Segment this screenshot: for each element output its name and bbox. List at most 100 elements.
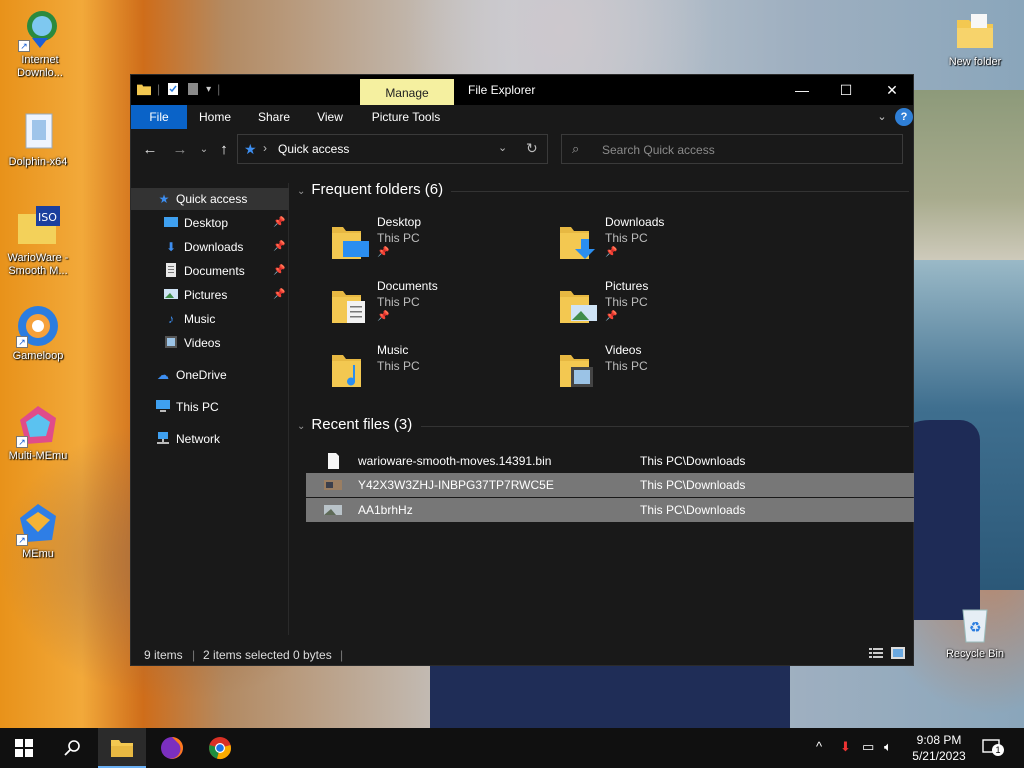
sidebar-item-desktop[interactable]: Desktop 📌 [131,212,289,234]
show-hidden-icons-icon[interactable]: ^ [816,739,822,754]
tab-view[interactable]: View [311,105,349,129]
new-folder-icon[interactable] [186,82,200,96]
search-box[interactable]: ⌕ Search Quick access [561,134,903,164]
desktop-icon-label: New folder [948,56,1002,68]
refresh-icon[interactable]: ↻ [526,140,538,157]
taskbar-firefox[interactable] [148,728,196,768]
help-button[interactable]: ? [895,108,913,126]
breadcrumb-quick-access[interactable]: Quick access [278,142,349,156]
close-button[interactable]: ✕ [869,75,915,105]
tab-home[interactable]: Home [193,105,237,129]
chevron-down-icon[interactable]: ⌄ [498,141,507,154]
folder-icon [111,740,133,757]
tab-share[interactable]: Share [253,105,295,129]
forward-arrow-icon[interactable]: → [171,141,189,159]
title-bar[interactable]: | ▾ | Manage File Explorer — ☐ ✕ [131,75,913,105]
videos-folder-icon [560,355,593,387]
manage-context-tab[interactable]: Manage [360,79,454,105]
taskbar-file-explorer[interactable] [98,728,146,768]
windows-logo-icon [15,739,33,757]
folder-tile-videos[interactable]: Videos This PC [559,343,769,399]
sidebar-item-onedrive[interactable]: ☁ OneDrive [131,364,289,386]
file-path: This PC\Downloads [640,478,746,492]
desktop-icon-label: MEmu [22,548,54,560]
recent-files-header[interactable]: ⌄ Recent files (3) [297,416,412,433]
recent-locations-icon[interactable]: ⌄ [195,141,213,159]
desktop-icon-label: Gameloop [12,350,64,362]
desktop-icon-gameloop[interactable]: ↗ Gameloop [0,304,76,363]
taskbar-chrome[interactable] [196,728,244,768]
minimize-button[interactable]: — [779,75,825,105]
search-input[interactable]: Search Quick access [602,143,715,157]
back-arrow-icon[interactable]: ← [141,141,159,159]
folder-tile-music[interactable]: Music This PC [331,343,541,399]
sidebar-item-pictures[interactable]: Pictures 📌 [131,284,289,306]
folder-tile-desktop[interactable]: Desktop This PC 📌 [331,215,541,271]
pin-icon[interactable]: 📌 [273,212,285,234]
folder-tile-pictures[interactable]: Pictures This PC 📌 [559,279,769,335]
sidebar-item-videos[interactable]: Videos [131,332,289,354]
tab-file[interactable]: File [131,105,187,129]
group-divider [421,426,909,427]
file-name: warioware-smooth-moves.14391.bin [358,454,552,468]
folder-icon [953,10,997,54]
sidebar-item-label: Downloads [184,240,244,254]
pin-icon[interactable]: 📌 [273,236,285,258]
iso-icon: ISO [16,206,60,250]
search-icon [64,740,80,756]
clock[interactable]: 9:08 PM 5/21/2023 [902,732,976,764]
folder-tile-documents[interactable]: Documents This PC 📌 [331,279,541,335]
memu-icon: ↗ [16,502,60,546]
document-icon [163,263,179,279]
tab-picture-tools[interactable]: Picture Tools [367,105,445,129]
chrome-icon [209,737,231,759]
sidebar-item-documents[interactable]: Documents 📌 [131,260,289,282]
image-thumbnail-icon [324,480,342,490]
search-button[interactable] [48,728,96,768]
desktop-icon-recycle-bin[interactable]: ♻ Recycle Bin [937,602,1013,661]
desktop-icon-internet-download-manager[interactable]: ↗ Internet Downlo... [2,8,78,80]
taskbar: ^ ⬇ ▭ 🔈︎ 9:08 PM 5/21/2023 1 [0,728,1024,768]
sidebar-item-music[interactable]: ♪ Music [131,308,289,330]
pin-icon[interactable]: 📌 [273,284,285,306]
details-view-icon[interactable] [869,643,883,667]
customize-qat-icon[interactable]: ▾ [206,84,211,95]
large-icons-view-icon[interactable] [891,643,905,667]
sidebar-item-this-pc[interactable]: This PC [131,396,289,418]
start-button[interactable] [0,728,48,768]
desktop-icon-warioware[interactable]: ISO WarioWare - Smooth M... [0,206,76,278]
action-center-button[interactable]: 1 [982,738,1004,758]
breadcrumb-separator: › [263,141,267,155]
up-arrow-icon[interactable]: ↑ [215,141,233,159]
sidebar-item-downloads[interactable]: ⬇ Downloads 📌 [131,236,289,258]
maximize-button[interactable]: ☐ [823,75,869,105]
pin-icon[interactable]: 📌 [273,260,285,282]
file-row[interactable]: warioware-smooth-moves.14391.bin This PC… [306,449,914,473]
network-icon[interactable]: ▭ [862,739,874,755]
sidebar-item-quick-access[interactable]: ★ Quick access [131,188,289,210]
music-icon: ♪ [168,312,174,326]
sidebar-item-network[interactable]: Network [131,428,289,450]
folder-location: This PC [377,295,420,309]
folder-tile-downloads[interactable]: Downloads This PC 📌 [559,215,769,271]
file-row[interactable]: Y42X3W3ZHJ-INBPG37TP7RWC5E This PC\Downl… [306,473,914,497]
desktop-icon-memu[interactable]: ↗ MEmu [0,502,76,561]
idm-tray-icon[interactable]: ⬇ [840,739,851,755]
chevron-down-icon: ⌄ [297,421,306,432]
volume-icon[interactable]: 🔈︎ [884,739,892,755]
file-icon [16,110,60,154]
desktop-icon-dolphin[interactable]: Dolphin-x64 [0,110,76,169]
frequent-folders-header[interactable]: ⌄ Frequent folders (6) [297,181,443,198]
address-bar[interactable]: ★ › Quick access ⌄ ↻ [237,134,548,164]
folder-location: This PC [605,295,648,309]
desktop-icon-multi-memu[interactable]: ↗ Multi-MEmu [0,404,76,463]
recycle-bin-icon: ♻ [953,602,997,646]
expand-ribbon-icon[interactable]: ⌄ [873,108,891,126]
item-count: 9 items [144,648,183,662]
properties-icon[interactable] [166,82,180,96]
desktop-icon-new-folder[interactable]: New folder [937,10,1013,69]
folder-icon[interactable] [137,82,151,96]
firefox-icon [161,737,183,759]
sidebar-item-label: Videos [184,336,221,350]
file-row[interactable]: AA1brhHz This PC\Downloads [306,498,914,522]
